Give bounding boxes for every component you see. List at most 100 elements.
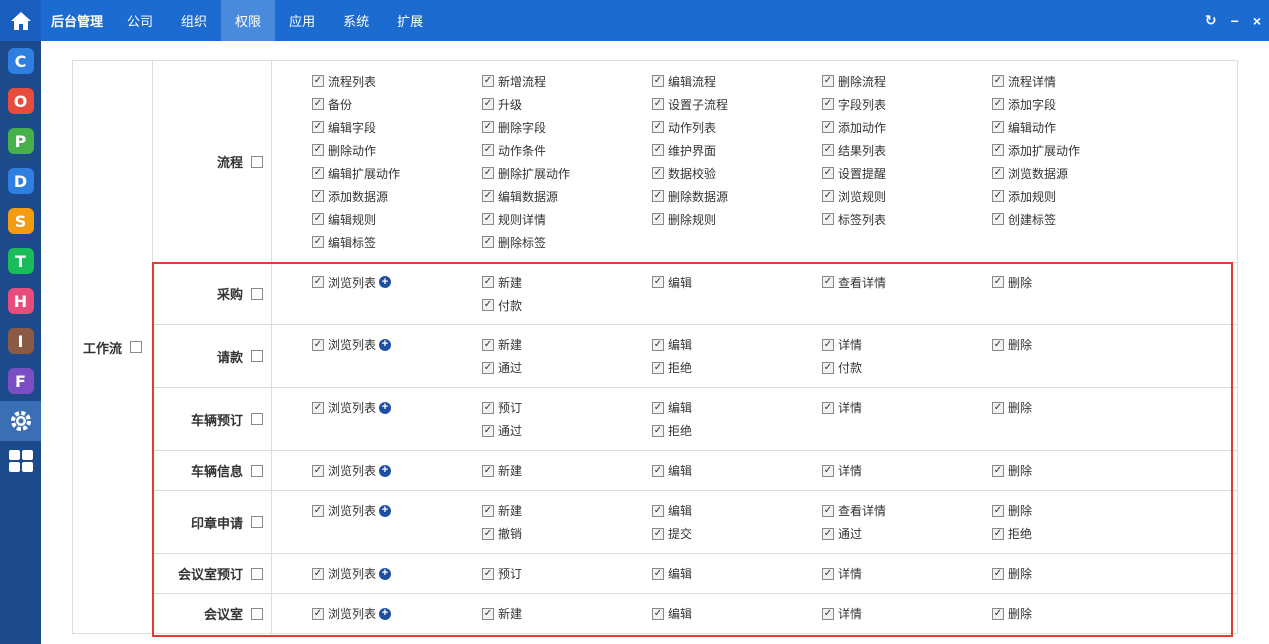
permission-item[interactable]: ✓ 创建标签 (992, 210, 1162, 228)
section-label[interactable]: 会议室预订 ✓ (178, 564, 263, 583)
permission-item[interactable]: ✓ 动作列表 (652, 118, 822, 136)
permission-item[interactable]: ✓ 删除规则 (652, 210, 822, 228)
permission-checkbox[interactable]: ✓ (482, 464, 494, 477)
permission-item[interactable]: ✓ 浏览列表 + (312, 502, 482, 520)
permission-checkbox[interactable]: ✓ (482, 424, 494, 437)
permission-checkbox[interactable]: ✓ (992, 504, 1004, 517)
permission-item[interactable]: ✓ 编辑 (652, 336, 822, 354)
sidebar-app-f[interactable]: F (0, 361, 41, 401)
nav-tab-5[interactable]: 扩展 (383, 0, 437, 41)
permission-item[interactable]: ✓ 编辑 (652, 565, 822, 583)
sidebar-app-t[interactable]: T (0, 241, 41, 281)
permission-checkbox[interactable]: ✓ (822, 276, 834, 288)
permission-item[interactable]: ✓ 新建 (482, 273, 652, 291)
group-checkbox[interactable]: ✓ (130, 341, 142, 353)
permission-item[interactable]: ✓ 编辑 (652, 502, 822, 520)
permission-checkbox[interactable]: ✓ (652, 190, 664, 202)
section-checkbox[interactable]: ✓ (251, 287, 263, 300)
permission-checkbox[interactable]: ✓ (312, 213, 324, 225)
permission-checkbox[interactable]: ✓ (312, 607, 324, 620)
permission-item[interactable]: ✓ 编辑流程 (652, 72, 822, 90)
permission-item[interactable]: ✓ 通过 (482, 359, 652, 377)
permission-checkbox[interactable]: ✓ (312, 464, 324, 477)
permission-checkbox[interactable]: ✓ (652, 504, 664, 517)
permission-checkbox[interactable]: ✓ (482, 338, 494, 351)
permission-checkbox[interactable]: ✓ (652, 401, 664, 414)
permission-checkbox[interactable]: ✓ (482, 527, 494, 540)
permission-checkbox[interactable]: ✓ (992, 190, 1004, 202)
add-circle-icon[interactable]: + (379, 338, 392, 351)
permission-item[interactable]: ✓ 升级 (482, 95, 652, 113)
close-icon[interactable]: × (1253, 13, 1261, 29)
permission-checkbox[interactable]: ✓ (822, 504, 834, 517)
permission-item[interactable]: ✓ 通过 (482, 422, 652, 440)
permission-checkbox[interactable]: ✓ (652, 424, 664, 437)
permission-checkbox[interactable]: ✓ (992, 144, 1004, 156)
permission-item[interactable]: ✓ 查看详情 (822, 502, 992, 520)
permission-checkbox[interactable]: ✓ (482, 361, 494, 374)
permission-item[interactable]: ✓ 添加字段 (992, 95, 1162, 113)
permission-checkbox[interactable]: ✓ (992, 75, 1004, 87)
permission-item[interactable]: ✓ 添加扩展动作 (992, 141, 1162, 159)
permission-item[interactable]: ✓ 撤销 (482, 525, 652, 543)
permission-item[interactable]: ✓ 编辑规则 (312, 210, 482, 228)
section-checkbox[interactable]: ✓ (251, 464, 263, 477)
permission-checkbox[interactable]: ✓ (312, 236, 324, 248)
sidebar-settings[interactable] (0, 401, 41, 441)
home-button[interactable] (0, 0, 41, 41)
permission-checkbox[interactable]: ✓ (992, 527, 1004, 540)
permission-item[interactable]: ✓ 设置提醒 (822, 164, 992, 182)
permission-checkbox[interactable]: ✓ (482, 167, 494, 179)
permission-item[interactable]: ✓ 删除 (992, 399, 1162, 417)
permission-checkbox[interactable]: ✓ (312, 338, 324, 351)
permission-item[interactable]: ✓ 新建 (482, 462, 652, 480)
permission-item[interactable]: ✓ 浏览列表 + (312, 273, 482, 291)
permission-item[interactable]: ✓ 提交 (652, 525, 822, 543)
permission-item[interactable]: ✓ 编辑 (652, 273, 822, 291)
permission-item[interactable]: ✓ 流程详情 (992, 72, 1162, 90)
nav-tab-3[interactable]: 应用 (275, 0, 329, 41)
permission-checkbox[interactable]: ✓ (822, 567, 834, 580)
add-circle-icon[interactable]: + (379, 401, 392, 414)
section-label[interactable]: 车辆信息 ✓ (191, 461, 263, 480)
permission-checkbox[interactable]: ✓ (312, 121, 324, 133)
permission-item[interactable]: ✓ 数据校验 (652, 164, 822, 182)
permission-item[interactable]: ✓ 删除数据源 (652, 187, 822, 205)
nav-tab-4[interactable]: 系统 (329, 0, 383, 41)
permission-item[interactable]: ✓ 新增流程 (482, 72, 652, 90)
section-label[interactable]: 请款 ✓ (217, 347, 263, 366)
permission-item[interactable]: ✓ 详情 (822, 565, 992, 583)
permission-item[interactable]: ✓ 拒绝 (992, 525, 1162, 543)
permission-checkbox[interactable]: ✓ (312, 504, 324, 517)
permission-item[interactable]: ✓ 设置子流程 (652, 95, 822, 113)
section-checkbox[interactable]: ✓ (251, 155, 263, 168)
permission-checkbox[interactable]: ✓ (482, 504, 494, 517)
permission-item[interactable]: ✓ 添加数据源 (312, 187, 482, 205)
permission-item[interactable]: ✓ 添加动作 (822, 118, 992, 136)
permission-item[interactable]: ✓ 删除 (992, 502, 1162, 520)
permission-checkbox[interactable]: ✓ (482, 299, 494, 311)
permission-checkbox[interactable]: ✓ (822, 213, 834, 225)
permission-item[interactable]: ✓ 拒绝 (652, 422, 822, 440)
nav-tab-0[interactable]: 公司 (113, 0, 167, 41)
permission-item[interactable]: ✓ 添加规则 (992, 187, 1162, 205)
permission-item[interactable]: ✓ 详情 (822, 336, 992, 354)
permission-checkbox[interactable]: ✓ (482, 213, 494, 225)
permission-item[interactable]: ✓ 删除标签 (482, 233, 652, 251)
permission-item[interactable]: ✓ 编辑标签 (312, 233, 482, 251)
permission-item[interactable]: ✓ 编辑字段 (312, 118, 482, 136)
permission-item[interactable]: ✓ 详情 (822, 462, 992, 480)
permission-checkbox[interactable]: ✓ (652, 361, 664, 374)
section-checkbox[interactable]: ✓ (251, 567, 263, 580)
permission-item[interactable]: ✓ 备份 (312, 95, 482, 113)
sidebar-app-h[interactable]: H (0, 281, 41, 321)
permission-checkbox[interactable]: ✓ (992, 567, 1004, 580)
permission-checkbox[interactable]: ✓ (652, 75, 664, 87)
permission-checkbox[interactable]: ✓ (482, 121, 494, 133)
permission-item[interactable]: ✓ 编辑数据源 (482, 187, 652, 205)
permission-item[interactable]: ✓ 付款 (482, 296, 652, 314)
nav-tab-2[interactable]: 权限 (221, 0, 276, 41)
permission-item[interactable]: ✓ 删除扩展动作 (482, 164, 652, 182)
permission-checkbox[interactable]: ✓ (482, 98, 494, 110)
permission-item[interactable]: ✓ 删除流程 (822, 72, 992, 90)
